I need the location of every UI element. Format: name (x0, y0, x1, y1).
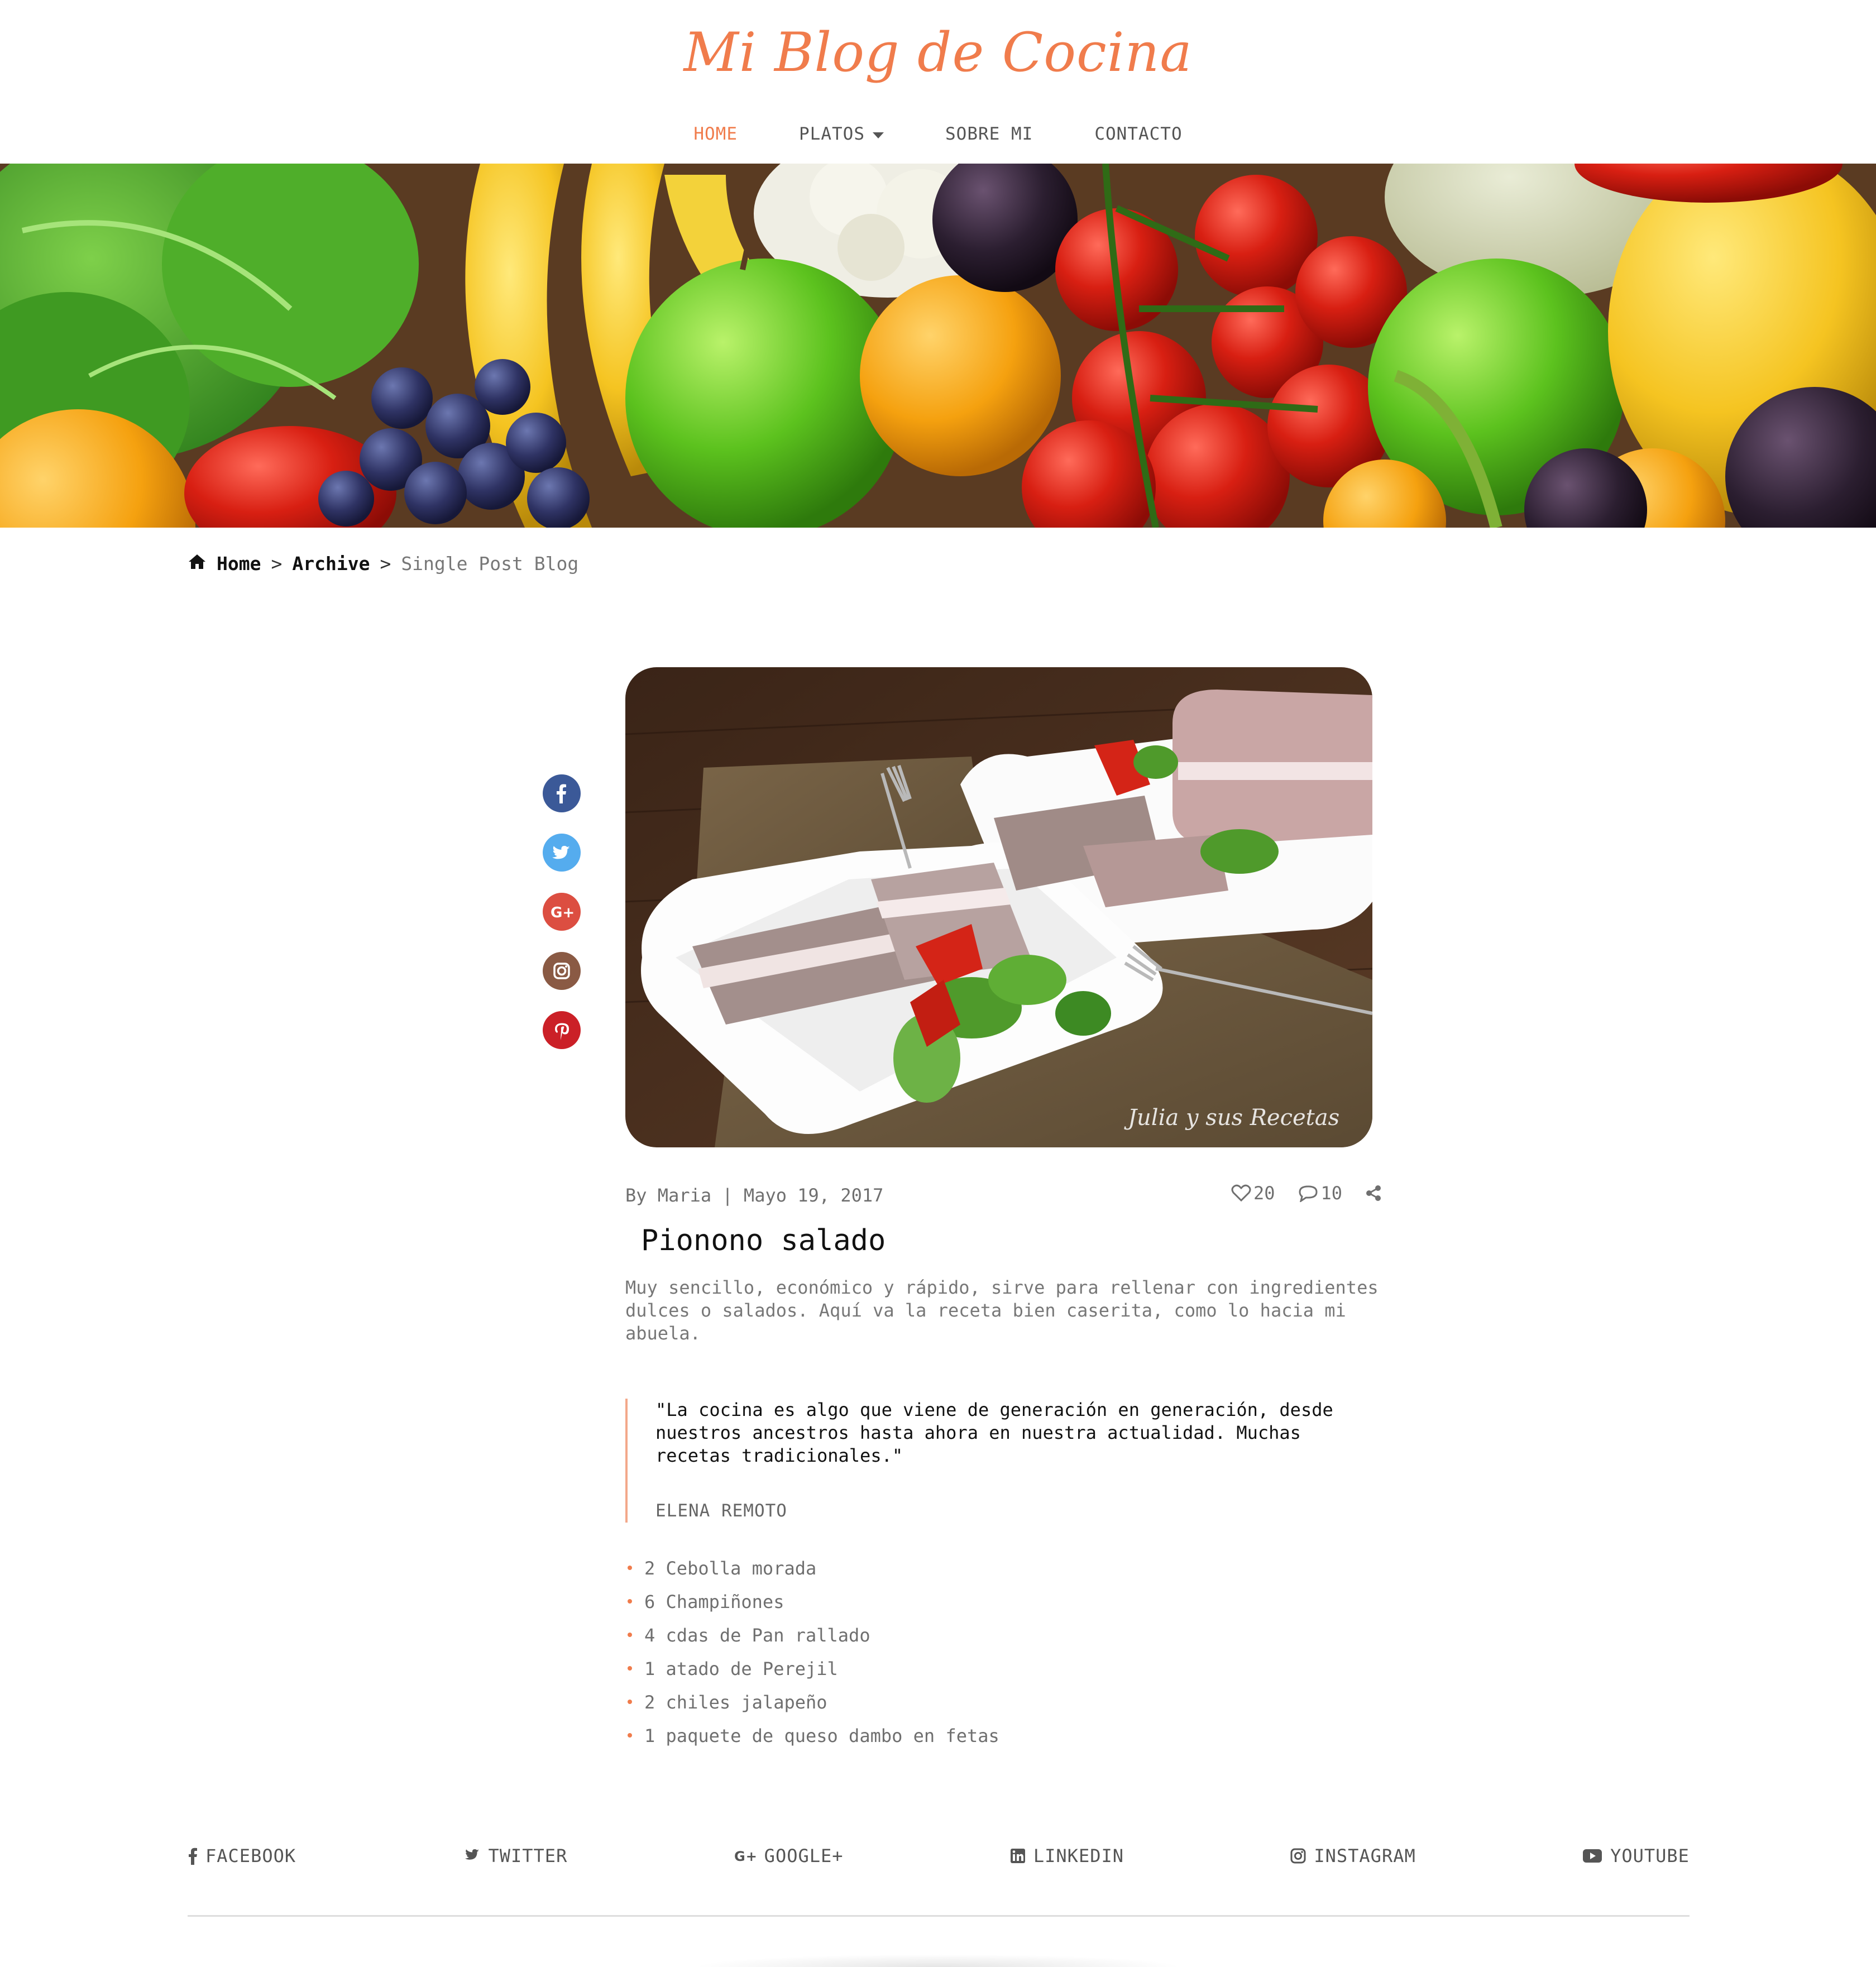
twitter-share-button[interactable] (543, 834, 581, 872)
bullet-icon (628, 1733, 632, 1738)
breadcrumb-separator: > (271, 553, 283, 575)
google-plus-icon: G+ (551, 904, 574, 921)
facebook-icon (557, 784, 566, 803)
breadcrumb-archive[interactable]: Archive (292, 553, 370, 575)
svg-text:G+: G+ (734, 1849, 757, 1864)
breadcrumb-separator: > (380, 553, 391, 575)
like-count: 20 (1253, 1183, 1275, 1204)
comment-count: 10 (1320, 1183, 1343, 1204)
footer-divider (188, 1915, 1690, 1917)
quote-text: "La cocina es algo que viene de generaci… (655, 1399, 1333, 1466)
blockquote: "La cocina es algo que viene de generaci… (625, 1399, 1376, 1523)
google-plus-share-button[interactable]: G+ (543, 893, 581, 931)
nav-contacto[interactable]: CONTACTO (1094, 124, 1182, 144)
hero-banner (0, 164, 1876, 528)
footer-linkedin-link[interactable]: LINKEDIN (1010, 1845, 1124, 1867)
google-plus-icon: G+ (734, 1849, 757, 1864)
bullet-icon (628, 1666, 632, 1671)
ingredient-text: 6 Champiñones (644, 1591, 784, 1612)
breadcrumb-home[interactable]: Home (217, 553, 261, 575)
like-button[interactable]: 20 (1231, 1183, 1275, 1204)
comment-icon (1299, 1185, 1318, 1202)
ingredient-text: 1 paquete de queso dambo en fetas (644, 1725, 999, 1746)
footer-linkedin-label: LINKEDIN (1033, 1845, 1124, 1867)
ingredient-text: 4 cdas de Pan rallado (644, 1625, 870, 1646)
site-logo[interactable]: Mi Blog de Cocina (0, 21, 1876, 84)
footer-facebook-link[interactable]: FACEBOOK (188, 1845, 296, 1867)
pinterest-share-button[interactable] (543, 1011, 581, 1049)
footer-youtube-label: YOUTUBE (1610, 1845, 1690, 1867)
footer-googleplus-link[interactable]: G+ GOOGLE+ (734, 1845, 844, 1867)
share-button[interactable] (1365, 1184, 1382, 1202)
linkedin-icon (1010, 1849, 1025, 1863)
bullet-icon (628, 1633, 632, 1637)
nav-contacto-label: CONTACTO (1094, 124, 1183, 144)
nav-sobre-mi[interactable]: SOBRE MI (945, 124, 1033, 144)
instagram-icon (1290, 1848, 1306, 1864)
list-item: 2 chiles jalapeño (625, 1692, 999, 1725)
ingredient-text: 1 atado de Perejil (644, 1658, 838, 1679)
fruits-and-vegetables-banner-icon (0, 164, 1876, 528)
instagram-icon (553, 963, 570, 979)
ingredient-text: 2 Cebolla morada (644, 1558, 817, 1579)
chevron-down-icon (873, 132, 884, 138)
footer-instagram-link[interactable]: INSTAGRAM (1290, 1845, 1415, 1867)
footer-twitter-link[interactable]: TWITTER (462, 1845, 567, 1867)
youtube-icon (1583, 1849, 1602, 1863)
list-item: 1 atado de Perejil (625, 1658, 999, 1692)
instagram-share-button[interactable] (543, 952, 581, 990)
heart-icon (1231, 1184, 1251, 1202)
list-item: 4 cdas de Pan rallado (625, 1625, 999, 1658)
footer-instagram-label: INSTAGRAM (1314, 1845, 1416, 1867)
twitter-icon (465, 1849, 480, 1860)
bullet-icon (628, 1599, 632, 1604)
post-stats: 20 10 (1231, 1183, 1382, 1204)
ingredient-text: 2 chiles jalapeño (644, 1692, 827, 1713)
facebook-icon (189, 1848, 197, 1865)
bullet-icon (628, 1566, 632, 1570)
recipe-photo-icon: Julia y sus Recetas (625, 667, 1372, 1147)
share-icon (1366, 1185, 1381, 1201)
footer-twitter-label: TWITTER (488, 1845, 568, 1867)
nav-home[interactable]: HOME (693, 124, 738, 144)
main-nav: HOME PLATOS SOBRE MI CONTACTO (0, 124, 1876, 144)
nav-home-label: HOME (693, 124, 738, 144)
post-excerpt: Muy sencillo, económico y rápido, sirve … (625, 1277, 1379, 1344)
home-icon[interactable] (188, 553, 207, 575)
bullet-icon (628, 1700, 632, 1704)
post-meta: By Maria | Mayo 19, 2017 (625, 1185, 884, 1206)
facebook-share-button[interactable] (543, 774, 581, 812)
breadcrumb-current: Single Post Blog (401, 553, 579, 575)
breadcrumb: Home > Archive > Single Post Blog (188, 553, 578, 575)
comment-button[interactable]: 10 (1298, 1183, 1343, 1204)
twitter-icon (552, 846, 570, 859)
list-item: 2 Cebolla morada (625, 1558, 999, 1591)
footer-youtube-link[interactable]: YOUTUBE (1582, 1845, 1690, 1867)
footer-googleplus-label: GOOGLE+ (764, 1845, 844, 1867)
ingredient-list: 2 Cebolla morada 6 Champiñones 4 cdas de… (625, 1558, 999, 1759)
post-title: Pionono salado (641, 1224, 886, 1257)
quote-author: ELENA REMOTO (655, 1501, 787, 1521)
footer-social: FACEBOOK TWITTER G+ GOOGLE+ LINKEDIN INS… (188, 1845, 1690, 1867)
list-item: 1 paquete de queso dambo en fetas (625, 1725, 999, 1759)
svg-text:G+: G+ (551, 904, 574, 921)
nav-platos-label: PLATOS (799, 124, 865, 144)
watermark-text: Julia y sus Recetas (1124, 1105, 1339, 1131)
post-image[interactable]: Julia y sus Recetas (625, 667, 1372, 1147)
footer-shadow (692, 1954, 1184, 1967)
nav-sobre-mi-label: SOBRE MI (945, 124, 1033, 144)
pinterest-icon (555, 1023, 569, 1040)
list-item: 6 Champiñones (625, 1591, 999, 1625)
footer-facebook-label: FACEBOOK (205, 1845, 296, 1867)
nav-platos[interactable]: PLATOS (799, 124, 884, 144)
